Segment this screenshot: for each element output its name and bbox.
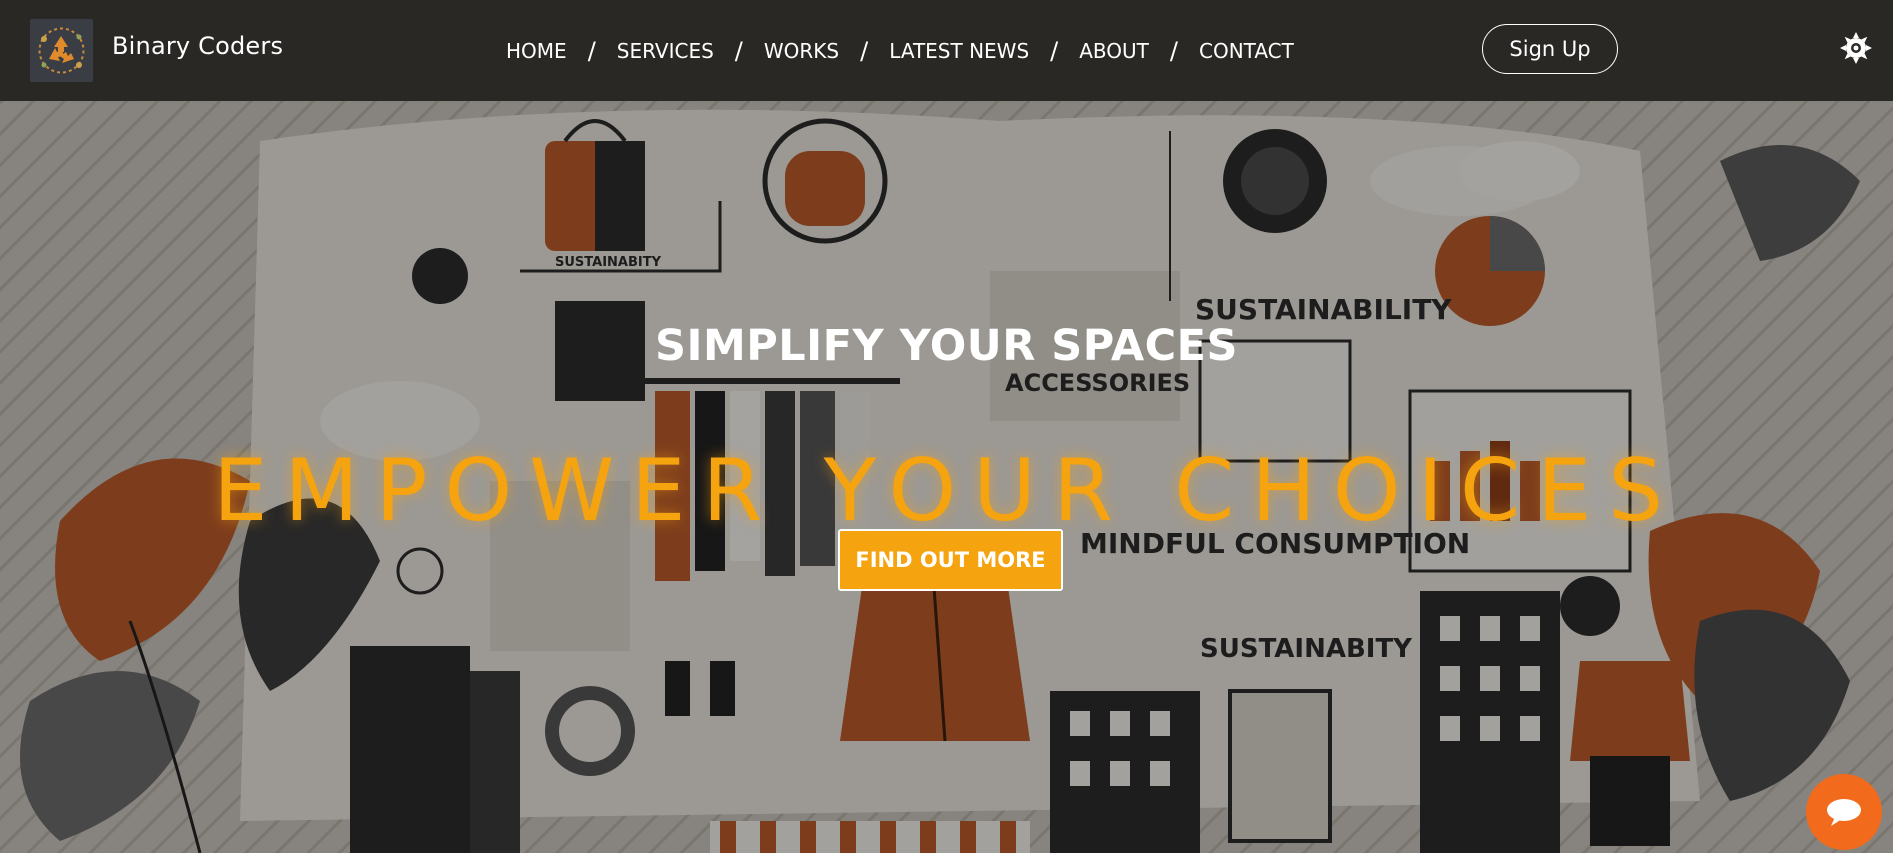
hero-section: SUSTAINABITY SUSTAINABILITY ACCESSORIES … (0, 101, 1893, 853)
nav-separator: / (1169, 37, 1178, 65)
nav-item-home[interactable]: HOME (506, 39, 567, 63)
top-navbar: Binary Coders HOME / SERVICES / WORKS / … (0, 0, 1893, 101)
hero-headline: EMPOWER YOUR CHOICES (213, 440, 1680, 541)
nav-item-latest-news[interactable]: LATEST NEWS (889, 39, 1029, 63)
hero-subheading: SIMPLIFY YOUR SPACES (654, 320, 1239, 371)
nav-item-works[interactable]: WORKS (764, 39, 839, 63)
nav-separator: / (1050, 37, 1059, 65)
sun-icon[interactable] (1838, 30, 1874, 66)
chat-bubble-icon[interactable] (1806, 774, 1882, 850)
sign-up-button[interactable]: Sign Up (1482, 24, 1618, 74)
nav-separator: / (734, 37, 743, 65)
main-nav: HOME / SERVICES / WORKS / LATEST NEWS / … (506, 37, 1294, 65)
nav-item-contact[interactable]: CONTACT (1199, 39, 1294, 63)
recycle-logo-icon[interactable] (30, 19, 93, 82)
nav-separator: / (860, 37, 869, 65)
nav-separator: / (587, 37, 596, 65)
nav-item-services[interactable]: SERVICES (617, 39, 714, 63)
brand-name[interactable]: Binary Coders (112, 32, 283, 60)
find-out-more-button[interactable]: FIND OUT MORE (838, 529, 1063, 591)
nav-item-about[interactable]: ABOUT (1079, 39, 1149, 63)
